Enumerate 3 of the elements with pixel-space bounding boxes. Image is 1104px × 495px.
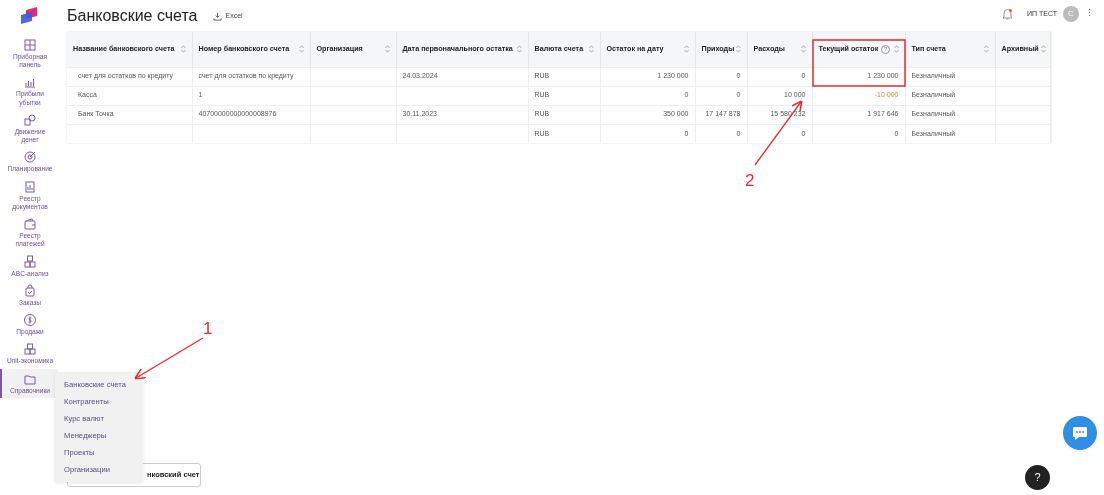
annotation-number: 1 [203,318,213,340]
annotation-number: 2 [745,170,755,192]
page-title: Банковские счета [67,6,198,26]
